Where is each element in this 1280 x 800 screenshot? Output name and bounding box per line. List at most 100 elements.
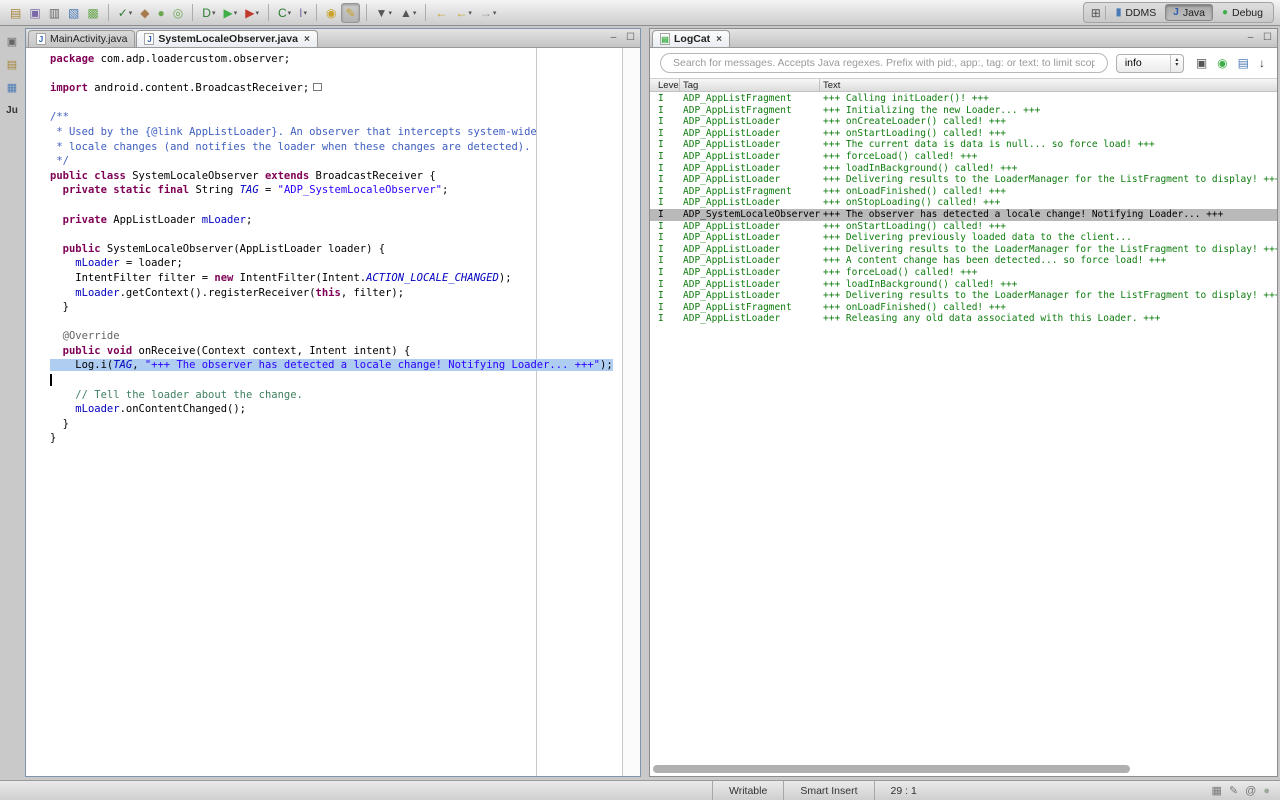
minimize-icon[interactable]: – <box>607 31 620 44</box>
logcat-row[interactable]: IADP_AppListFragment+++ onLoadFinished()… <box>650 186 1277 198</box>
code-line[interactable]: ⊖ public SystemLocaleObserver(AppListLoa… <box>50 242 620 257</box>
close-tab-icon[interactable]: × <box>304 34 310 45</box>
code-line[interactable]: private static final String TAG = "ADP_S… <box>50 183 620 198</box>
new-package-icon[interactable]: ◆ <box>137 3 152 23</box>
code-line[interactable]: } <box>50 417 620 432</box>
last-edit-location-icon[interactable]: ← <box>432 3 450 23</box>
new-class-icon[interactable]: C▾ <box>275 3 294 23</box>
tab-systemlocaleobserver-java[interactable]: J SystemLocaleObserver.java × <box>136 30 317 47</box>
new-interface-icon[interactable]: I▾ <box>296 3 310 23</box>
logcat-row[interactable]: IADP_AppListLoader+++ The current data i… <box>650 139 1277 151</box>
logcat-row[interactable]: IADP_AppListLoader+++ onStartLoading() c… <box>650 128 1277 140</box>
open-perspective-icon[interactable]: ⊞ <box>1087 6 1106 20</box>
logcat-row[interactable]: IADP_AppListFragment+++ onLoadFinished()… <box>650 302 1277 314</box>
logcat-horizontal-scrollbar[interactable] <box>650 762 1277 776</box>
code-line[interactable]: * locale changes (and notifies the loade… <box>50 140 620 155</box>
maximize-icon[interactable]: ☐ <box>624 31 637 44</box>
save-log-icon[interactable]: ▣ <box>1193 53 1210 73</box>
column-header-tag[interactable]: Tag <box>680 79 820 91</box>
new-android-project-icon[interactable]: ▩ <box>84 3 101 23</box>
code-line[interactable]: public void onReceive(Context context, I… <box>50 344 620 359</box>
logcat-row[interactable]: IADP_AppListFragment+++ Calling initLoad… <box>650 93 1277 105</box>
logcat-row[interactable]: IADP_AppListLoader+++ Releasing any old … <box>650 313 1277 325</box>
log-level-filter-select[interactable]: info ▴▾ <box>1116 54 1184 73</box>
logcat-row[interactable]: IADP_AppListFragment+++ Initializing the… <box>650 105 1277 117</box>
tab-mainactivity-java[interactable]: J MainActivity.java <box>28 30 135 47</box>
logcat-row[interactable]: IADP_AppListLoader+++ onStopLoading() ca… <box>650 197 1277 209</box>
logcat-row[interactable]: IADP_AppListLoader+++ loadInBackground()… <box>650 279 1277 291</box>
display-icon[interactable]: ▤ <box>1235 53 1252 73</box>
code-line[interactable]: ⊕import android.content.BroadcastReceive… <box>50 81 620 96</box>
code-line[interactable] <box>50 315 620 330</box>
code-line[interactable] <box>50 96 620 111</box>
run-icon[interactable]: ▶▾ <box>220 3 240 23</box>
junit-view-icon[interactable]: Ju <box>3 102 21 118</box>
maximize-icon[interactable]: ☐ <box>1261 31 1274 44</box>
code-line[interactable]: Log.i(TAG, "+++ The observer has detecte… <box>50 358 620 373</box>
back-icon[interactable]: ←▾ <box>452 3 475 23</box>
debug-icon[interactable]: D▾ <box>199 3 218 23</box>
forward-icon[interactable]: →▾ <box>477 3 500 23</box>
scroll-to-bottom-icon[interactable]: ↓ <box>1256 53 1268 73</box>
tab-logcat[interactable]: ▤ LogCat × <box>652 30 730 47</box>
column-header-text[interactable]: Text <box>820 80 1277 91</box>
code-line[interactable] <box>50 227 620 242</box>
code-line[interactable] <box>50 373 620 388</box>
edit-trim-icon[interactable]: ✎ <box>1229 784 1238 797</box>
code-line[interactable]: mLoader = loader; <box>50 256 620 271</box>
code-line[interactable]: } <box>50 431 620 446</box>
code-line[interactable] <box>50 198 620 213</box>
column-header-level[interactable]: Level <box>650 79 680 91</box>
code-line[interactable]: mLoader.getContext().registerReceiver(th… <box>50 286 620 301</box>
search-icon[interactable]: ◉ <box>323 3 339 23</box>
collapsed-region-box[interactable] <box>313 83 322 91</box>
restore-views-icon[interactable]: ▣ <box>3 33 21 49</box>
avd-manager-icon[interactable]: ◎ <box>170 3 186 23</box>
perspective-ddms-button[interactable]: ▮DDMS <box>1109 4 1163 21</box>
code-line[interactable]: package com.adp.loadercustom.observer; <box>50 52 620 67</box>
mark-occurrences-icon[interactable]: ✎ <box>341 3 359 23</box>
external-tools-icon[interactable]: ▶▾ <box>242 3 262 23</box>
logcat-row[interactable]: IADP_SystemLocaleObserver+++ The observe… <box>650 209 1277 221</box>
code-line[interactable]: public class SystemLocaleObserver extend… <box>50 169 620 184</box>
close-tab-icon[interactable]: × <box>716 34 722 45</box>
views-trim-icon[interactable]: ▦ <box>1212 784 1222 797</box>
new-java-project-icon[interactable]: ▧ <box>65 3 82 23</box>
logcat-row[interactable]: IADP_AppListLoader+++ onStartLoading() c… <box>650 221 1277 233</box>
code-line[interactable]: IntentFilter filter = new IntentFilter(I… <box>50 271 620 286</box>
code-area[interactable]: package com.adp.loadercustom.observer; ⊕i… <box>50 52 620 776</box>
minimize-icon[interactable]: – <box>1244 31 1257 44</box>
code-line[interactable]: */ <box>50 154 620 169</box>
logcat-row[interactable]: IADP_AppListLoader+++ A content change h… <box>650 255 1277 267</box>
android-sdk-manager-icon[interactable]: ● <box>155 3 168 23</box>
build-check-icon[interactable]: ✓▾ <box>115 3 136 23</box>
perspective-debug-button[interactable]: ●Debug <box>1215 4 1270 21</box>
logcat-row[interactable]: IADP_AppListLoader+++ loadInBackground()… <box>650 163 1277 175</box>
save-icon[interactable]: ▣ <box>26 3 43 23</box>
code-line[interactable]: // Tell the loader about the change. <box>50 388 620 403</box>
code-line[interactable]: ⊖/** <box>50 110 620 125</box>
code-line[interactable]: ⊖ @Override <box>50 329 620 344</box>
logcat-search-input[interactable] <box>660 53 1108 73</box>
editor-scrollbar-track[interactable] <box>622 48 640 776</box>
type-hierarchy-icon[interactable]: ▦ <box>3 79 21 95</box>
code-line[interactable]: private AppListLoader mLoader; <box>50 213 620 228</box>
print-icon[interactable]: ▥ <box>46 3 63 23</box>
code-line[interactable]: } <box>50 300 620 315</box>
logcat-row[interactable]: IADP_AppListLoader+++ forceLoad() called… <box>650 267 1277 279</box>
logcat-row[interactable]: IADP_AppListLoader+++ Delivering results… <box>650 174 1277 186</box>
progress-trim-icon[interactable]: ● <box>1263 785 1270 797</box>
screen-capture-icon[interactable]: ◉ <box>1214 53 1230 73</box>
code-line[interactable]: * Used by the {@link AppListLoader}. An … <box>50 125 620 140</box>
at-trim-icon[interactable]: @ <box>1245 785 1256 797</box>
logcat-row[interactable]: IADP_AppListLoader+++ onCreateLoader() c… <box>650 116 1277 128</box>
logcat-row[interactable]: IADP_AppListLoader+++ Delivering results… <box>650 290 1277 302</box>
logcat-row[interactable]: IADP_AppListLoader+++ forceLoad() called… <box>650 151 1277 163</box>
perspective-java-button[interactable]: JJava <box>1165 4 1213 21</box>
prev-annotation-icon[interactable]: ▲▾ <box>397 3 419 23</box>
package-explorer-icon[interactable]: ▤ <box>3 56 21 72</box>
scrollbar-thumb[interactable] <box>653 765 1130 773</box>
logcat-row[interactable]: IADP_AppListLoader+++ Delivering previou… <box>650 232 1277 244</box>
logcat-row[interactable]: IADP_AppListLoader+++ Delivering results… <box>650 244 1277 256</box>
next-annotation-icon[interactable]: ▼▾ <box>373 3 395 23</box>
